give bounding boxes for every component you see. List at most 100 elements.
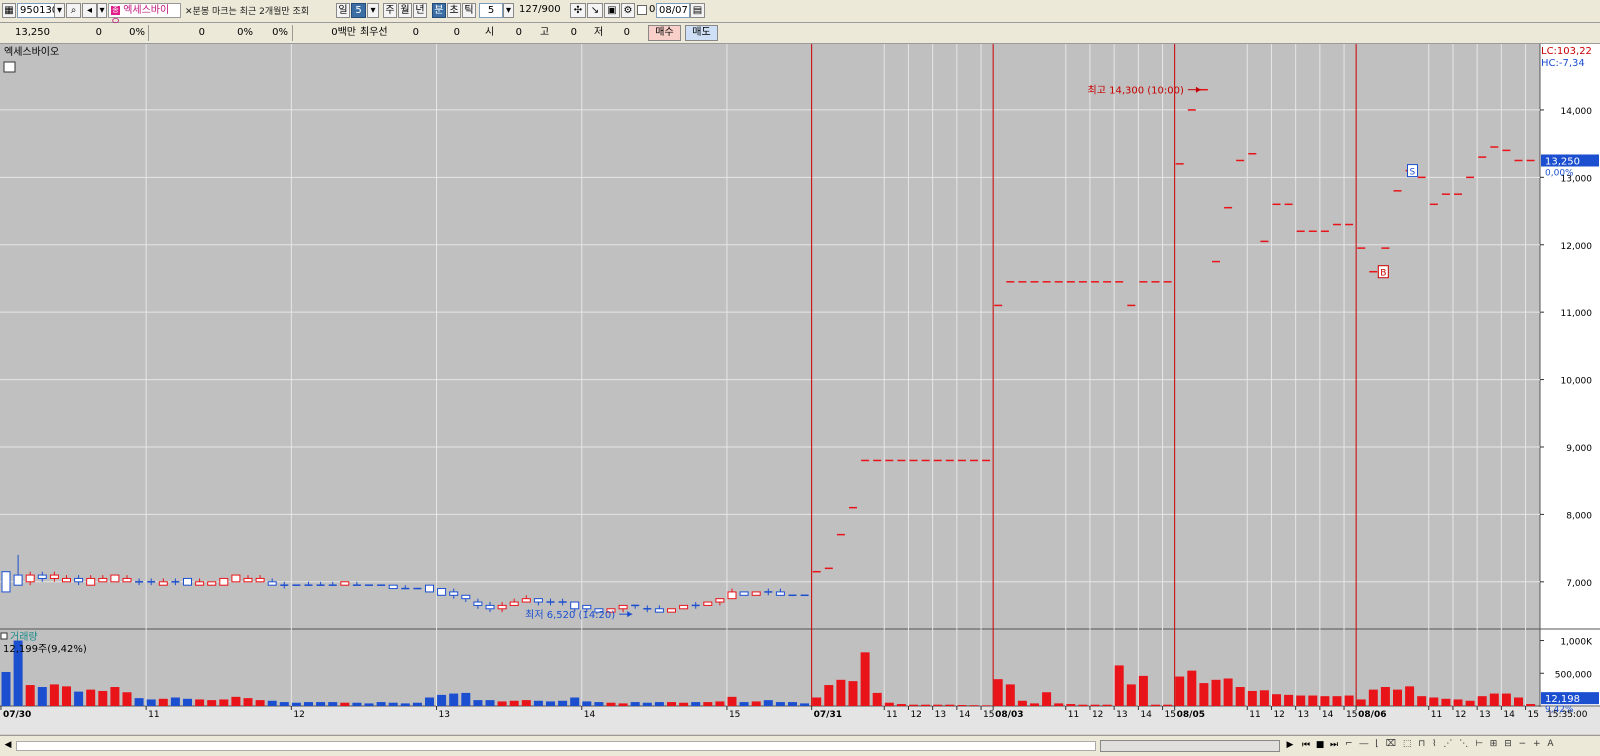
candle (122, 577, 132, 583)
period-week-button[interactable]: 주 (383, 3, 397, 18)
volume-bar (933, 704, 943, 706)
period-dropdown-icon[interactable]: ▾ (367, 3, 379, 18)
price-tick-label: 9,000 (1566, 444, 1592, 454)
volume-bar (993, 679, 1003, 706)
volume-bar (1138, 675, 1148, 706)
volume-bar (485, 700, 495, 706)
candle (739, 591, 749, 596)
volume-bar (691, 702, 701, 706)
time-tick-label: 12 (1273, 710, 1284, 720)
candle (775, 591, 785, 596)
stop-icon[interactable]: ■ (1314, 739, 1326, 752)
price-chart[interactable]: 7,0008,0009,00010,00011,00012,00013,0001… (0, 44, 1600, 735)
date-checkbox[interactable] (637, 5, 647, 15)
calendar-icon[interactable]: ▤ (690, 3, 705, 18)
date-check-label: 0 (649, 4, 656, 15)
period-day-button[interactable]: 일 (336, 3, 350, 18)
candle (158, 581, 168, 586)
interval-input[interactable]: 5 (479, 3, 503, 18)
candle (183, 577, 192, 586)
stock-name-field[interactable]: 종 엑세스바이오 (108, 3, 181, 29)
volume-bar (1175, 676, 1185, 706)
scroll-left-arrow-icon[interactable]: ◀ (2, 739, 14, 752)
volume-bar (1489, 693, 1499, 706)
volume-bar (1235, 687, 1245, 706)
volume-bar (679, 702, 689, 706)
volume-bar (1005, 684, 1015, 706)
volume-bar (909, 704, 918, 706)
current-price: 13,250 (15, 27, 50, 38)
candle (715, 598, 725, 603)
volume-bar (1308, 695, 1318, 706)
low-label: 저 (594, 27, 604, 38)
time-tick-label: 12 (293, 710, 304, 720)
volume-bar (630, 702, 640, 706)
period-month-button[interactable]: 월 (398, 3, 412, 18)
scroll-track[interactable] (16, 741, 1096, 751)
chart-scrollbar[interactable]: ◀ ▶ ⏮ ■ ⏭ ⌐ ― ⌊ ⌧ ⬚ ⊓ ⌇ ⋰ ⋱ ⊢ ⊞ ⊟ − + A (0, 735, 1600, 756)
volume-bar (412, 702, 422, 706)
period-tick-button[interactable]: 틱 (462, 3, 476, 18)
period-minute-button[interactable]: 분 (432, 3, 446, 18)
volume-bar (243, 698, 253, 706)
search-icon[interactable]: ⌕ (66, 3, 81, 18)
candle (497, 604, 507, 610)
volume-toggle-icon (0, 632, 8, 640)
interval-dropdown-icon[interactable]: ▾ (503, 3, 514, 18)
volume-bar (74, 691, 84, 706)
date-input[interactable]: 08/07 (656, 3, 690, 18)
scroll-right-arrow-icon[interactable]: ▶ (1284, 739, 1296, 752)
volume-bar (86, 689, 96, 706)
price-tick-label: 10,000 (1561, 377, 1593, 387)
save-icon[interactable]: ▣ (604, 3, 620, 18)
volume-bar (437, 694, 447, 706)
buy-button[interactable]: 매수 (648, 25, 681, 41)
sound-dropdown-icon[interactable]: ▾ (97, 3, 107, 18)
period-year-button[interactable]: 년 (413, 3, 427, 18)
crosshair-icon[interactable]: ✣ (570, 3, 586, 18)
time-tick-label: 07/30 (3, 710, 31, 720)
period-value-button[interactable]: 5 (351, 3, 366, 18)
candle (388, 584, 398, 590)
candle (110, 574, 120, 583)
volume-bar (1441, 698, 1451, 706)
candle (473, 601, 483, 606)
last-page-icon[interactable]: ⏭ (1328, 739, 1340, 752)
period-second-button[interactable]: 초 (447, 3, 461, 18)
scroll-thumb[interactable] (1100, 740, 1280, 752)
time-tick-label: 08/06 (1358, 710, 1386, 720)
volume-bar (945, 704, 955, 706)
volume-bar (1126, 684, 1136, 706)
candle (667, 608, 676, 613)
draw-tool-icon[interactable]: ↘ (587, 3, 603, 18)
volume-bar (219, 699, 229, 706)
sound-icon[interactable]: ◂ (82, 3, 97, 18)
volume-bar (1526, 704, 1536, 706)
volume-bar (957, 705, 967, 706)
volume-bar (376, 702, 386, 706)
volume-bar (364, 703, 374, 706)
sell-button[interactable]: 매도 (685, 25, 718, 41)
drawing-tools[interactable]: ⌐ ― ⌊ ⌧ ⬚ ⊓ ⌇ ⋰ ⋱ ⊢ ⊞ ⊟ − + A (1345, 739, 1595, 752)
code-dropdown-icon[interactable]: ▾ (54, 3, 65, 18)
settings-icon[interactable]: ⚙ (621, 3, 635, 18)
volume-bar (146, 699, 156, 706)
candle (509, 601, 519, 606)
candle (570, 601, 580, 610)
time-tick-label: 12 (1092, 710, 1103, 720)
volume-bar (1393, 689, 1402, 706)
volume-bar (981, 705, 991, 706)
volume-bar (715, 701, 725, 706)
volume-panel (0, 629, 1540, 706)
candle (25, 574, 35, 583)
volume-title-label: 거래량 (10, 631, 38, 643)
volume-bar (594, 702, 604, 706)
time-tick-label: 13 (1298, 710, 1309, 720)
layout-icon[interactable]: ▦ (2, 3, 16, 18)
volume-bar (449, 693, 459, 706)
first-page-icon[interactable]: ⏮ (1300, 739, 1312, 752)
volume-bar (618, 703, 628, 706)
volume-tick-label: 500,000 (1555, 670, 1592, 680)
count-field[interactable]: 127/900 (517, 3, 563, 18)
volume-bar (1501, 693, 1511, 706)
